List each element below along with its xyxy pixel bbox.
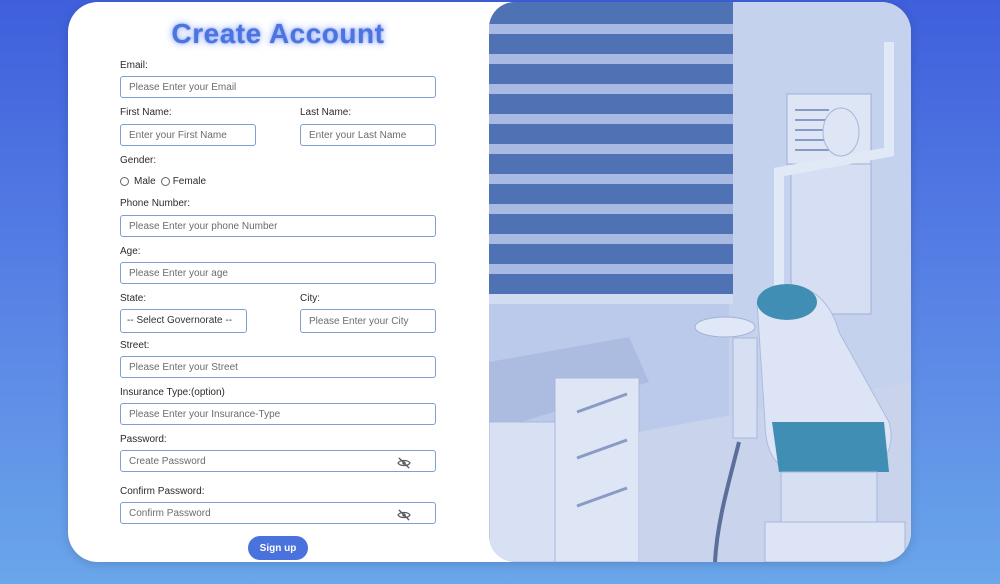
eye-slash-icon[interactable] [397, 457, 411, 469]
phone-input[interactable] [120, 215, 436, 237]
state-label: State: [120, 293, 147, 304]
confirm-password-label: Confirm Password: [120, 486, 205, 497]
eye-slash-icon[interactable] [397, 509, 411, 521]
password-input[interactable] [120, 450, 436, 472]
gender-male-label: Male [134, 176, 156, 187]
page-title: Create Account [171, 18, 385, 49]
city-label: City: [300, 293, 320, 304]
last-name-label: Last Name: [300, 107, 352, 118]
street-input[interactable] [120, 356, 436, 378]
email-input[interactable] [120, 76, 436, 98]
state-select[interactable]: -- Select Governorate -- [120, 309, 247, 333]
first-name-input[interactable] [120, 124, 256, 146]
gender-options: Male Female [120, 176, 206, 187]
last-name-input[interactable] [300, 124, 436, 146]
signup-button[interactable]: Sign up [248, 536, 308, 560]
gender-female-radio[interactable] [160, 177, 170, 186]
age-label: Age: [120, 246, 141, 257]
age-input[interactable] [120, 262, 436, 284]
street-label: Street: [120, 340, 150, 351]
insurance-label: Insurance Type:(option) [120, 387, 225, 398]
gender-female-label: Female [172, 176, 207, 187]
first-name-label: First Name: [120, 107, 172, 118]
gender-label: Gender: [120, 155, 157, 166]
insurance-input[interactable] [120, 403, 436, 425]
email-label: Email: [120, 60, 148, 71]
phone-label: Phone Number: [120, 198, 191, 209]
gender-male-radio[interactable] [120, 177, 129, 186]
city-input[interactable] [300, 309, 436, 333]
signup-card: Create Account Email: First Name: Last N… [68, 2, 911, 562]
password-label: Password: [120, 434, 167, 445]
confirm-password-input[interactable] [120, 502, 436, 524]
clinic-photo [489, 2, 911, 562]
dental-clinic-image [489, 2, 911, 562]
